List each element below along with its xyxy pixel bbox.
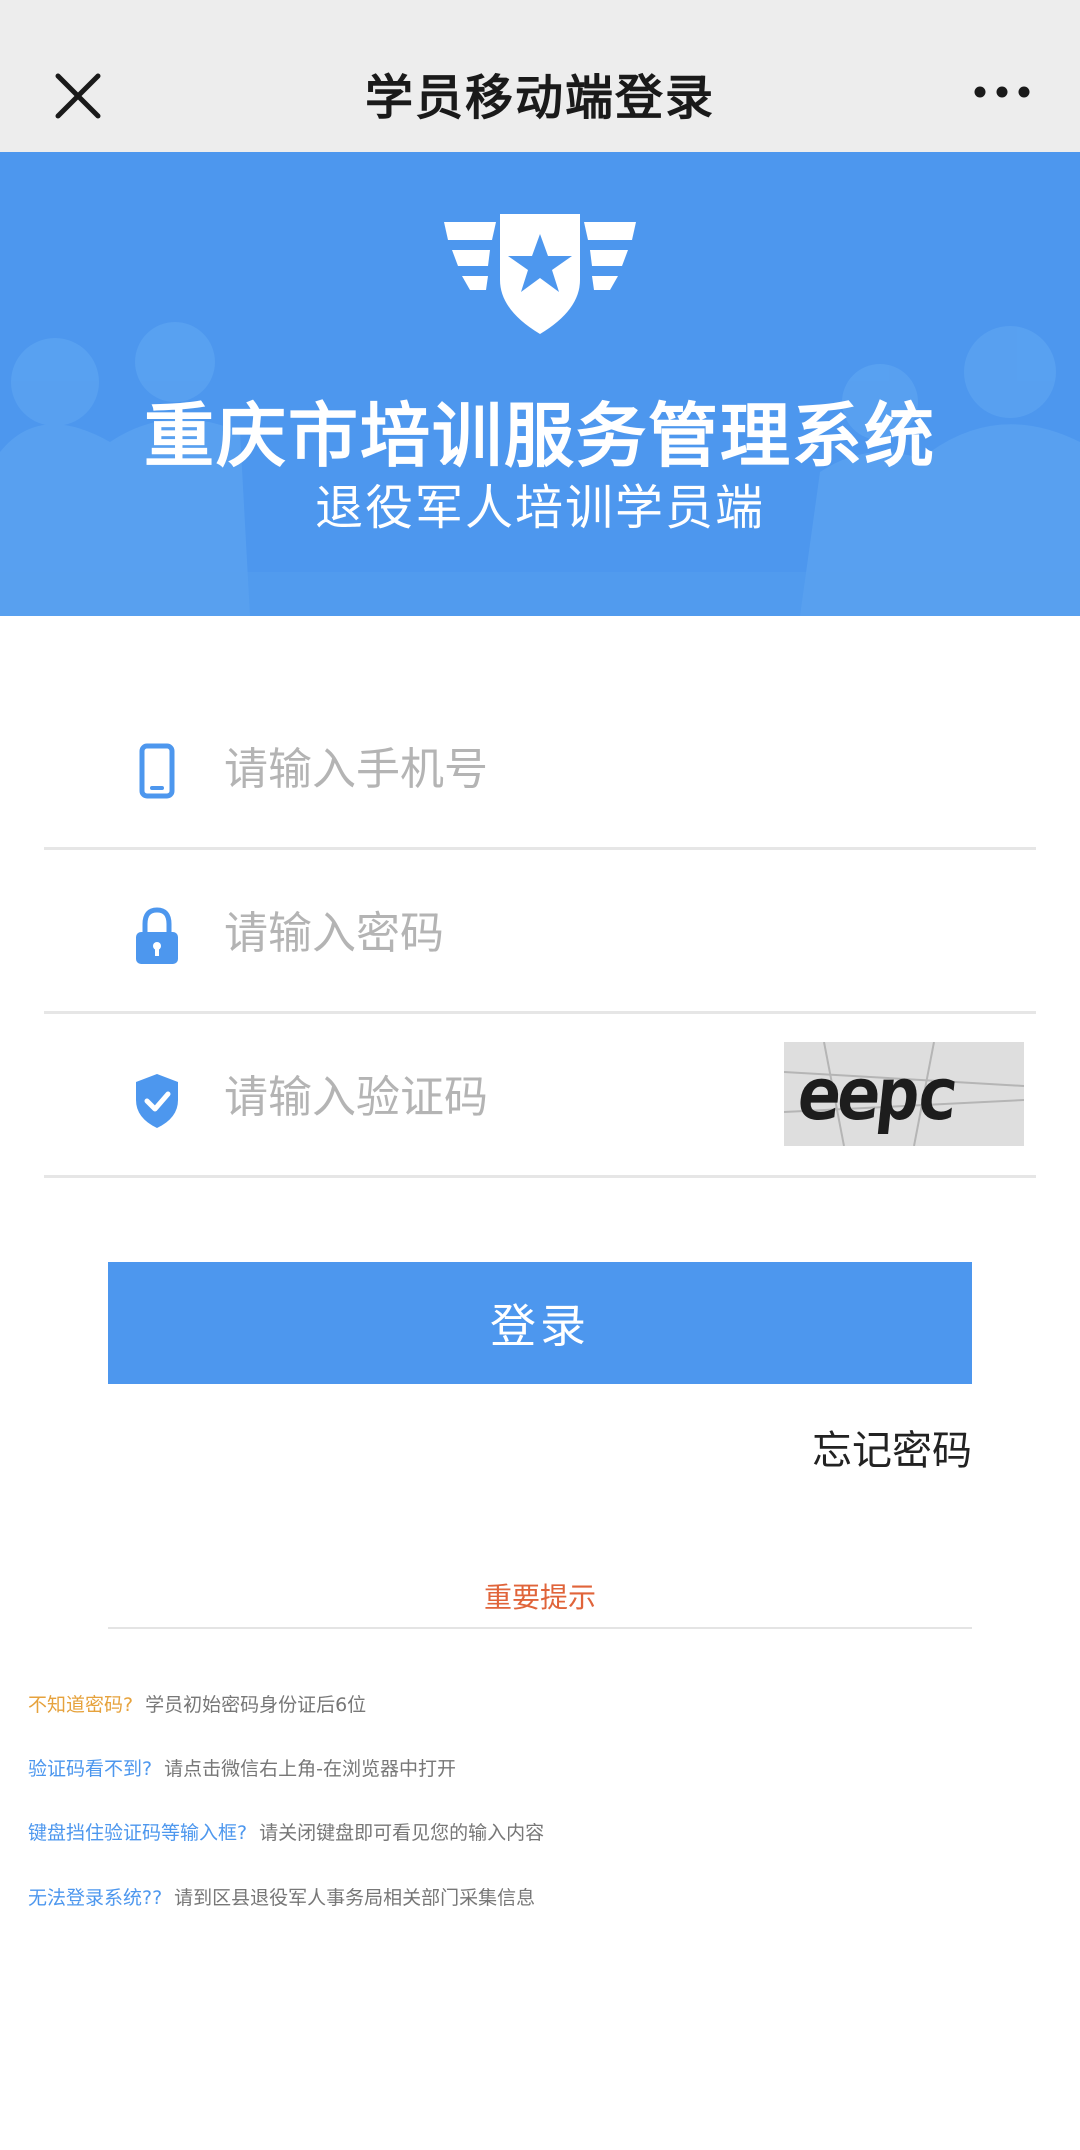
phone-input[interactable] (224, 724, 784, 814)
lock-icon (136, 907, 178, 964)
more-icon (974, 86, 1030, 98)
tip-answer: 请关闭键盘即可看见您的输入内容 (259, 1822, 545, 1844)
tip-question: 键盘挡住验证码等输入框? (28, 1822, 248, 1844)
tip-answer: 请点击微信右上角-在浏览器中打开 (164, 1758, 456, 1780)
tip-item: 键盘挡住验证码等输入框? 请关闭键盘即可看见您的输入内容 (28, 1818, 544, 1845)
password-field (44, 850, 1036, 1014)
banner-subtitle: 退役军人培训学员端 (314, 480, 765, 536)
tip-item: 无法登录系统?? 请到区县退役军人事务局相关部门采集信息 (28, 1883, 535, 1910)
tip-answer: 学员初始密码身份证后6位 (145, 1694, 367, 1716)
captcha-input[interactable] (224, 1052, 744, 1142)
tip-question: 无法登录系统?? (28, 1887, 163, 1909)
page-title: 学员移动端登录 (364, 70, 715, 126)
header-banner: 重庆市培训服务管理系统 退役军人培训学员端 (0, 152, 1080, 616)
phone-icon (139, 743, 175, 799)
tip-question: 不知道密码? (28, 1694, 134, 1716)
captcha-image[interactable]: eepc (784, 1042, 1024, 1146)
notice-divider (108, 1627, 972, 1629)
tip-item: 不知道密码? 学员初始密码身份证后6位 (28, 1690, 366, 1717)
tip-question: 验证码看不到? (28, 1758, 153, 1780)
captcha-field: eepc (44, 1014, 1036, 1178)
captcha-text: eepc (793, 1052, 960, 1136)
banner-title: 重庆市培训服务管理系统 (144, 395, 936, 477)
shield-check-icon (136, 1074, 178, 1128)
tip-item: 验证码看不到? 请点击微信右上角-在浏览器中打开 (28, 1754, 456, 1781)
password-input[interactable] (224, 888, 784, 978)
login-button[interactable]: 登录 (108, 1262, 972, 1384)
tip-answer: 请到区县退役军人事务局相关部门采集信息 (174, 1887, 536, 1909)
more-button[interactable] (970, 80, 1034, 104)
forgot-password-link[interactable]: 忘记密码 (812, 1418, 972, 1476)
top-bar: 学员移动端登录 (0, 0, 1080, 152)
emblem-icon (444, 214, 636, 334)
phone-field (44, 686, 1036, 850)
notice-title: 重要提示 (483, 1581, 596, 1614)
